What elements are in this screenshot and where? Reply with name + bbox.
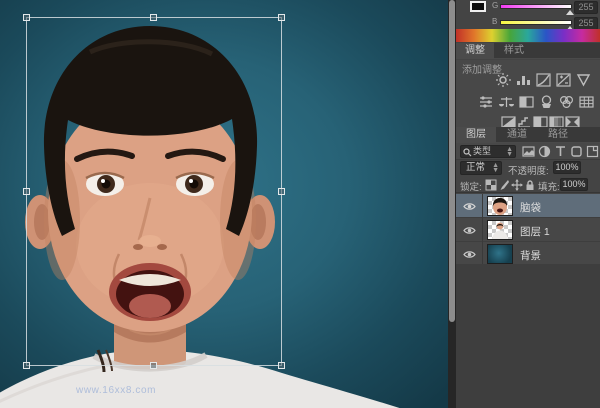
curves-icon[interactable]: [535, 73, 552, 87]
photoshop-window: www.16xx8.com G 255 B: [0, 0, 600, 408]
layers-panel-empty-area: [456, 264, 600, 408]
transform-handle-top-left[interactable]: [23, 14, 30, 21]
layer-thumbnail-body[interactable]: [487, 220, 513, 240]
foreground-color-swatch[interactable]: [470, 1, 486, 12]
opacity-value-box[interactable]: 100%: [553, 161, 581, 174]
fill-value-box[interactable]: 100%: [560, 178, 588, 191]
panel-dock: G 255 B 255 调整 样式 添加调整: [456, 0, 600, 408]
filter-kind-label: 类型: [473, 146, 491, 156]
green-value-box[interactable]: 255: [574, 1, 598, 14]
document-canvas[interactable]: www.16xx8.com: [0, 0, 448, 408]
brightness-contrast-icon[interactable]: [495, 73, 512, 87]
lock-image-pixels-brush-icon[interactable]: [498, 178, 511, 190]
filter-pixel-layers-icon[interactable]: [522, 145, 536, 158]
tab-layers[interactable]: 图层: [456, 127, 496, 143]
transform-handle-bottom-left[interactable]: [23, 362, 30, 369]
color-balance-icon[interactable]: [498, 95, 515, 109]
chevron-updown-icon: ▲▼: [506, 147, 513, 157]
blend-mode-dropdown[interactable]: 正常 ▲▼: [460, 161, 502, 175]
green-slider-label: G: [492, 1, 500, 10]
color-spectrum-ramp[interactable]: [456, 29, 600, 42]
layer-name[interactable]: 脑袋: [520, 200, 541, 215]
layer-filter-row: 类型 ▲▼: [456, 143, 600, 160]
exposure-icon[interactable]: [555, 73, 572, 87]
eye-icon: [463, 202, 476, 211]
filter-shape-layers-icon[interactable]: [570, 145, 584, 158]
panel-scrollbar-track[interactable]: [448, 0, 456, 408]
watermark-text: www.16xx8.com: [76, 385, 156, 396]
lock-all-padlock-icon[interactable]: [524, 178, 537, 190]
vibrance-icon[interactable]: [575, 73, 592, 87]
lock-position-move-icon[interactable]: [511, 178, 524, 190]
chevron-updown-icon: ▲▼: [492, 163, 499, 173]
transform-handle-bottom-middle[interactable]: [150, 362, 157, 369]
layer-row-layer1[interactable]: 图层 1: [456, 218, 600, 242]
transform-handle-top-right[interactable]: [278, 14, 285, 21]
filter-adjustment-layers-icon[interactable]: [538, 145, 552, 158]
blend-opacity-row: 正常 ▲▼ 不透明度: 100%: [456, 160, 600, 177]
tab-channels[interactable]: 通道: [497, 127, 537, 143]
tab-paths[interactable]: 路径: [538, 127, 578, 143]
color-lookup-icon[interactable]: [578, 95, 595, 109]
photo-filter-icon[interactable]: [538, 95, 555, 109]
fill-label: 填充:: [538, 179, 560, 193]
transform-handle-top-middle[interactable]: [150, 14, 157, 21]
layers-tabbar: 图层 通道 路径: [456, 127, 600, 143]
layer-name[interactable]: 背景: [520, 248, 541, 263]
adjustments-tabbar: 调整 样式: [456, 43, 600, 59]
filter-smart-objects-icon[interactable]: [586, 145, 600, 158]
tab-styles[interactable]: 样式: [495, 43, 533, 59]
visibility-toggle[interactable]: [456, 218, 483, 242]
eye-icon: [463, 250, 476, 259]
search-icon: [463, 148, 472, 157]
transform-handle-middle-left[interactable]: [23, 188, 30, 195]
eye-icon: [463, 226, 476, 235]
adjustments-panel: 添加调整: [456, 60, 600, 127]
layer-thumbnail-head[interactable]: [487, 196, 513, 216]
green-color-slider[interactable]: [500, 4, 572, 9]
blue-slider-label: B: [492, 17, 500, 26]
visibility-toggle[interactable]: [456, 194, 483, 218]
lock-label: 锁定:: [460, 179, 482, 193]
levels-icon[interactable]: [515, 73, 532, 87]
layer-row-head[interactable]: 脑袋: [456, 194, 600, 218]
filter-type-layers-icon[interactable]: [554, 145, 568, 158]
filter-kind-dropdown[interactable]: 类型 ▲▼: [460, 145, 516, 158]
lock-fill-row: 锁定: 填充: 100%: [456, 177, 600, 193]
tab-adjustments[interactable]: 调整: [456, 43, 494, 59]
transform-handle-middle-right[interactable]: [278, 188, 285, 195]
blend-mode-value: 正常: [466, 162, 485, 173]
channel-mixer-icon[interactable]: [558, 95, 575, 109]
opacity-label: 不透明度:: [508, 163, 549, 177]
color-panel: G 255 B 255: [456, 0, 600, 43]
layer-name[interactable]: 图层 1: [520, 224, 550, 239]
lock-transparent-pixels-icon[interactable]: [485, 178, 498, 190]
panel-scrollbar-thumb[interactable]: [449, 0, 455, 322]
transform-handle-bottom-right[interactable]: [278, 362, 285, 369]
hue-saturation-icon[interactable]: [478, 95, 495, 109]
layer-thumbnail-background[interactable]: [487, 244, 513, 264]
black-white-icon[interactable]: [518, 95, 535, 109]
green-slider-marker[interactable]: [566, 10, 574, 15]
visibility-toggle[interactable]: [456, 242, 483, 266]
layer-row-background[interactable]: 背景: [456, 242, 600, 266]
transform-bounding-box[interactable]: [26, 17, 282, 366]
blue-color-slider[interactable]: [500, 20, 572, 25]
